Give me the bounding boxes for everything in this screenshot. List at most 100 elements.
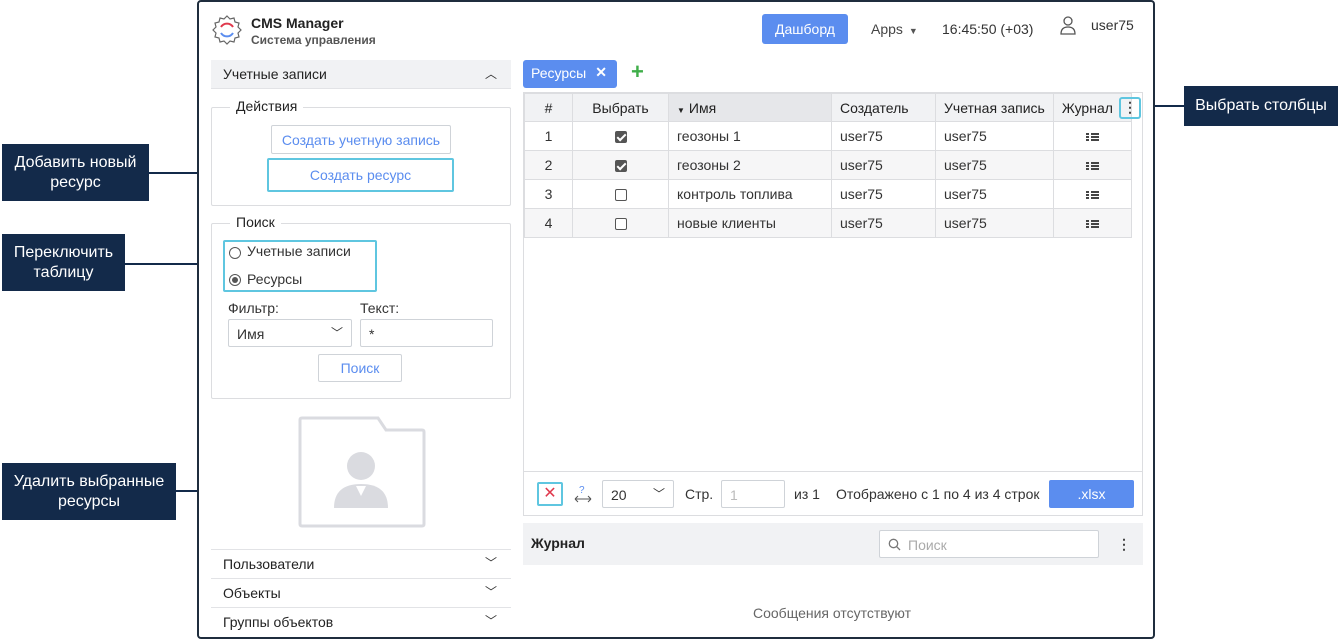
chevron-down-icon: ﹀: [484, 614, 497, 628]
dashboard-button[interactable]: Дашборд: [762, 14, 848, 44]
callout-choose-columns: Выбрать столбцы: [1184, 86, 1338, 126]
app-name: CMS Manager: [251, 15, 344, 31]
actions-legend: Действия: [230, 98, 304, 114]
cms-logo-icon: [212, 15, 242, 45]
journal-list-icon[interactable]: [1085, 219, 1099, 229]
journal-list-icon[interactable]: [1085, 190, 1099, 200]
rows-per-page-value: 20: [611, 487, 627, 503]
row-account: user75: [935, 179, 1054, 209]
create-account-button[interactable]: Создать учетную запись: [271, 125, 451, 154]
accounts-section-header[interactable]: Учетные записи ︿: [211, 60, 511, 89]
objects-section-label: Объекты: [223, 585, 281, 601]
fit-rows-icon[interactable]: ?: [573, 484, 593, 504]
column-select[interactable]: Выбрать: [572, 93, 669, 122]
column-num[interactable]: #: [524, 93, 573, 122]
object-groups-section-label: Группы объектов: [223, 614, 334, 630]
row-select-cell: [572, 179, 669, 209]
row-select-checkbox[interactable]: [614, 189, 627, 202]
table-row[interactable]: 3 контроль топлива user75 user75: [524, 179, 1132, 209]
callout-delete-selected-text: Удалить выбранные ресурсы: [13, 472, 165, 510]
row-select-cell: [572, 208, 669, 238]
column-name[interactable]: ▼ Имя: [668, 93, 832, 122]
radio-accounts-label[interactable]: Учетные записи: [247, 243, 351, 259]
delete-selected-button[interactable]: ✕: [537, 482, 563, 506]
rows-per-page-select[interactable]: 20 ﹀: [602, 480, 674, 508]
chevron-up-icon: ︿: [484, 67, 497, 81]
chevron-down-icon: ﹀: [484, 556, 497, 570]
row-select-checkbox[interactable]: [614, 218, 627, 231]
row-account: user75: [935, 150, 1054, 180]
actions-fieldset: Действия Создать учетную запись Создать …: [211, 98, 511, 206]
journal-list-icon[interactable]: [1085, 161, 1099, 171]
journal-menu-icon[interactable]: ⋮: [1117, 536, 1131, 553]
journal-search-placeholder: Поиск: [908, 537, 947, 553]
search-legend: Поиск: [230, 214, 281, 230]
text-label: Текст:: [360, 300, 400, 316]
row-select-checkbox[interactable]: [614, 131, 627, 144]
tab-resources[interactable]: Ресурсы ✕: [523, 60, 617, 88]
users-section-header[interactable]: Пользователи ﹀: [211, 549, 511, 578]
table-row[interactable]: 1 геозоны 1 user75 user75: [524, 121, 1132, 151]
apps-menu[interactable]: Apps ▼: [871, 21, 918, 37]
callout-delete-selected: Удалить выбранные ресурсы: [2, 463, 176, 520]
tab-resources-label: Ресурсы: [531, 65, 587, 81]
filter-label: Фильтр:: [228, 300, 279, 316]
user-icon[interactable]: [1059, 15, 1077, 35]
table-switch-radio-group: Учетные записи Ресурсы: [223, 240, 377, 292]
choose-columns-button[interactable]: ⋮: [1119, 97, 1141, 119]
journal-search-input[interactable]: Поиск: [879, 530, 1099, 558]
row-journal-cell: [1052, 121, 1132, 151]
callout-switch-table: Переключить таблицу: [2, 234, 125, 291]
radio-accounts[interactable]: [229, 247, 241, 259]
page-count: из 1: [794, 486, 820, 502]
objects-section-header[interactable]: Объекты ﹀: [211, 578, 511, 607]
row-journal-cell: [1052, 150, 1132, 180]
search-button[interactable]: Поиск: [318, 354, 402, 382]
search-fieldset: Поиск Учетные записи Ресурсы Фильтр: Тек…: [211, 214, 511, 399]
page-input-value: 1: [730, 487, 738, 503]
table-row[interactable]: 2 геозоны 2 user75 user75: [524, 150, 1132, 180]
row-name[interactable]: геозоны 2: [668, 150, 832, 180]
filter-select-value: Имя: [237, 326, 265, 342]
row-number: 2: [524, 150, 573, 180]
user-name[interactable]: user75: [1091, 17, 1134, 33]
filter-select[interactable]: Имя ﹀: [228, 319, 352, 347]
row-account: user75: [935, 121, 1054, 151]
journal-empty-text: Сообщения отсутствуют: [753, 605, 912, 621]
create-resource-button[interactable]: Создать ресурс: [267, 158, 454, 192]
row-journal-cell: [1052, 179, 1132, 209]
row-number: 3: [524, 179, 573, 209]
users-section-label: Пользователи: [223, 556, 315, 572]
close-icon[interactable]: ✕: [595, 64, 607, 81]
radio-resources[interactable]: [229, 274, 241, 286]
export-xlsx-button[interactable]: .xlsx: [1049, 480, 1134, 508]
add-tab-icon[interactable]: +: [631, 61, 644, 83]
page-input[interactable]: 1: [721, 480, 785, 508]
object-groups-section-header[interactable]: Группы объектов ﹀: [211, 607, 511, 636]
column-name-label: Имя: [688, 99, 717, 116]
rows-shown-text: Отображено с 1 по 4 из 4 строк: [836, 486, 1040, 502]
app-window: CMS Manager Система управления Дашборд A…: [197, 0, 1155, 639]
row-select-checkbox[interactable]: [614, 160, 627, 173]
resources-table: # Выбрать ▼ Имя Создатель Учетная запись …: [523, 92, 1143, 516]
resource-placeholder-icon: [298, 416, 426, 528]
callout-choose-columns-text: Выбрать столбцы: [1195, 97, 1327, 114]
caret-down-icon: ▼: [908, 26, 918, 36]
row-name[interactable]: контроль топлива: [668, 179, 832, 209]
row-creator: user75: [831, 179, 936, 209]
column-creator[interactable]: Создатель: [831, 93, 936, 122]
row-name[interactable]: геозоны 1: [668, 121, 832, 151]
row-name[interactable]: новые клиенты: [668, 208, 832, 238]
column-account[interactable]: Учетная запись: [935, 93, 1054, 122]
journal-list-icon[interactable]: [1085, 132, 1099, 142]
callout-add-resource-text: Добавить новый ресурс: [14, 153, 137, 191]
row-select-cell: [572, 121, 669, 151]
row-creator: user75: [831, 121, 936, 151]
row-number: 4: [524, 208, 573, 238]
sort-desc-icon: ▼: [677, 105, 685, 115]
radio-resources-label[interactable]: Ресурсы: [247, 271, 302, 287]
chevron-down-icon: ﹀: [330, 326, 343, 340]
text-input[interactable]: *: [360, 319, 493, 347]
row-creator: user75: [831, 150, 936, 180]
table-row[interactable]: 4 новые клиенты user75 user75: [524, 208, 1132, 238]
